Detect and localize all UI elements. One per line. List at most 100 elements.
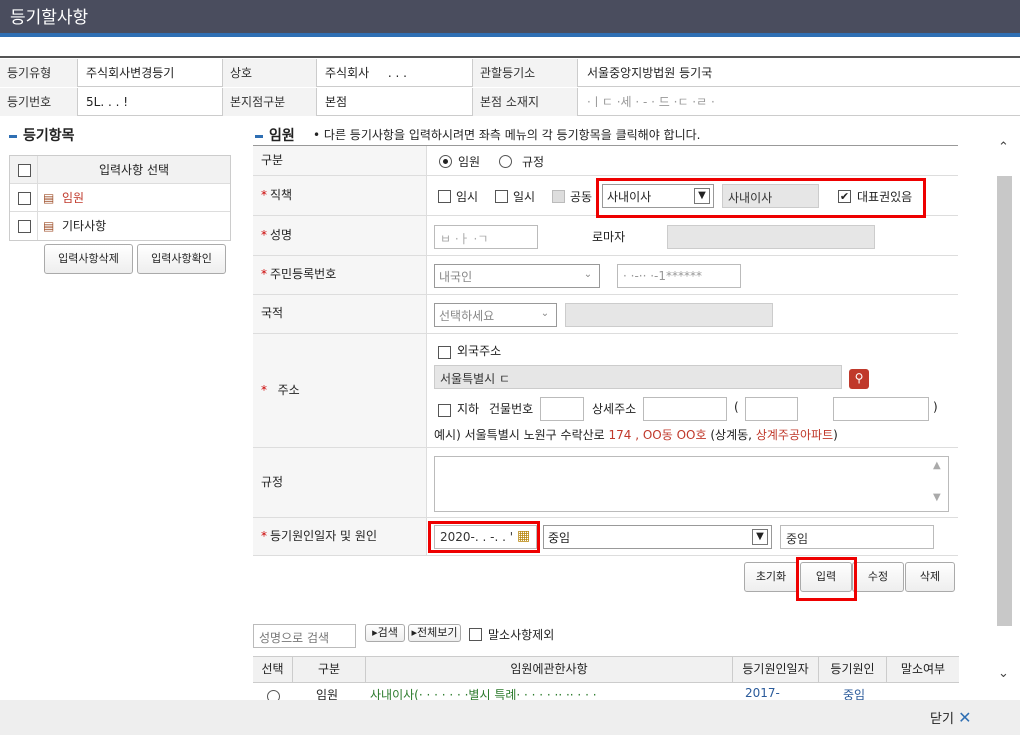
nationality-type-select[interactable]: 내국인 ⌄: [434, 264, 600, 288]
list-header: 선택 구분 임원에관한사항 등기원인일자 등기원인 말소여부: [253, 656, 959, 683]
col-desc: 임원에관한사항: [366, 657, 733, 683]
left-item-etc[interactable]: ▤ 기타사항: [10, 212, 230, 240]
name-search-input[interactable]: 성명으로 검색: [253, 624, 356, 648]
label-reg-type: 등기유형: [0, 59, 78, 87]
info-row-1: 등기유형 주식회사변경등기 상호 주식회사 ㅤ . . . 관할등기소 서울중앙…: [0, 59, 1020, 87]
heading-bar-icon: [255, 134, 263, 138]
footer-bar: 닫기 ✕: [0, 700, 1020, 735]
label-name: * 성명: [253, 216, 427, 255]
detail-address-input-3[interactable]: [833, 397, 929, 421]
scroll-up-arrow-icon[interactable]: ⌃: [998, 140, 1009, 155]
etc-label[interactable]: 기타사항: [62, 212, 106, 240]
building-number-input[interactable]: [540, 397, 584, 421]
window-title: 등기할사항: [0, 0, 1020, 33]
search-button[interactable]: ▸검색: [365, 624, 405, 642]
foreign-address-checkbox[interactable]: [438, 346, 451, 359]
search-icon[interactable]: ⚲: [849, 369, 869, 389]
address-label: 주소: [277, 383, 300, 397]
value-reg-type: 주식회사변경등기: [78, 59, 223, 87]
rrn-input[interactable]: · ·-·· ·-1******: [617, 264, 741, 288]
name-input[interactable]: ㅂ ·ㅏ ·ㄱ: [434, 225, 538, 249]
officer-checkbox[interactable]: [18, 192, 31, 205]
scrollbar-thumb[interactable]: [997, 176, 1012, 626]
row-type: 구분 임원 규정: [253, 146, 958, 176]
row-type: 임원: [316, 688, 339, 700]
radio-rule[interactable]: [499, 155, 512, 168]
col-date: 등기원인일자: [733, 657, 819, 683]
scroll-down-arrow-icon[interactable]: ⌄: [998, 666, 1009, 681]
paren-close: ): [933, 400, 938, 414]
joint-label: 공동: [570, 190, 593, 204]
delete-inputs-button[interactable]: 입력사항삭제: [44, 244, 133, 274]
roman-label: 로마자: [592, 230, 626, 244]
temp-label: 임시: [456, 190, 479, 204]
rrn-label: 주민등록번호: [270, 267, 337, 281]
exclude-cancelled-checkbox[interactable]: [469, 628, 482, 641]
info-top-border: [0, 56, 1020, 58]
once-checkbox[interactable]: [495, 190, 508, 203]
label-rule: 규정: [253, 448, 427, 517]
address-input[interactable]: 서울특별시 ㄷ: [434, 365, 842, 389]
row-radio[interactable]: [267, 690, 280, 700]
etc-checkbox[interactable]: [18, 220, 31, 233]
basement-label: 지하: [457, 402, 480, 416]
left-header-label: 입력사항 선택: [98, 163, 170, 177]
detail-address-input-2[interactable]: [745, 397, 798, 421]
cause-label: 등기원인일자 및 원인: [270, 529, 377, 543]
value-branch-type: 본점: [317, 88, 473, 116]
nationality-input[interactable]: [565, 303, 773, 327]
scroll-down-icon[interactable]: ▼: [933, 492, 941, 503]
joint-checkbox[interactable]: [552, 190, 565, 203]
row-desc[interactable]: 사내이사(· · · · · · ·별시 특례· · · · · ·· ·· ·…: [370, 686, 597, 700]
delete-button[interactable]: 삭제: [905, 562, 955, 592]
select-all-checkbox[interactable]: [18, 164, 31, 177]
reset-button[interactable]: 초기화: [744, 562, 798, 592]
scroll-up-icon[interactable]: ▲: [933, 460, 941, 471]
close-button[interactable]: 닫기 ✕: [930, 706, 992, 730]
main-notice: • 다른 등기사항을 입력하시려면 좌측 메뉴의 각 등기항목을 클릭해야 합니…: [313, 128, 701, 142]
cause-select[interactable]: 중임 ▼: [543, 525, 772, 549]
cause-value[interactable]: 중임: [780, 525, 934, 549]
left-item-officer[interactable]: ▤ 임원: [10, 184, 230, 212]
scrollbar[interactable]: ⌃ ⌄: [996, 140, 1013, 688]
nationality-select[interactable]: 선택하세요 ⌄: [434, 303, 557, 327]
confirm-inputs-button[interactable]: 입력사항확인: [137, 244, 226, 274]
main-heading: 임원: [255, 125, 295, 145]
label-branch-type: 본지점구분: [223, 88, 317, 116]
left-heading-text: 등기항목: [23, 128, 75, 144]
rule-label: 규정: [261, 475, 284, 489]
foreign-address-label: 외국주소: [457, 344, 502, 358]
highlight-date: [428, 521, 540, 553]
cause-select-value: 중임: [548, 531, 571, 545]
highlight-position: [596, 178, 926, 218]
row-date: 2017-: [745, 686, 780, 700]
detail-address-input[interactable]: [643, 397, 727, 421]
label-reg-number: 등기번호: [0, 88, 78, 116]
example-end: ): [833, 428, 838, 442]
rule-textarea[interactable]: [434, 456, 949, 512]
highlight-input-button: [796, 557, 857, 601]
col-select: 선택: [253, 657, 293, 683]
value-jurisdiction: 서울중앙지방법원 등기국: [587, 66, 713, 80]
temp-checkbox[interactable]: [438, 190, 451, 203]
edit-button[interactable]: 수정: [852, 562, 904, 592]
example-prefix: 예시) 서울특별시 노원구 수락산로: [434, 428, 605, 442]
officer-label[interactable]: 임원: [62, 184, 84, 212]
basement-checkbox[interactable]: [438, 404, 451, 417]
main-heading-text: 임원: [269, 128, 295, 144]
row-name: * 성명 ㅂ ·ㅏ ·ㄱ 로마자: [253, 216, 958, 256]
view-all-button[interactable]: ▸전체보기: [408, 624, 461, 642]
position-label: 직책: [270, 188, 293, 202]
nationality-label: 국적: [261, 306, 284, 320]
col-cause: 등기원인: [819, 657, 887, 683]
label-address: * 주소: [253, 334, 427, 447]
row-rule: 규정 ▲ ▼: [253, 448, 958, 518]
table-row[interactable]: 임원 사내이사(· · · · · · ·별시 특례· · · · · ·· ·…: [253, 684, 959, 700]
radio-officer[interactable]: [439, 155, 452, 168]
col-divider: [37, 212, 38, 240]
title-accent-line: [0, 33, 1020, 37]
roman-input[interactable]: [667, 225, 875, 249]
view-all-label: 전체보기: [417, 626, 458, 639]
search-button-label: 검색: [377, 626, 398, 639]
address-example: 예시) 서울특별시 노원구 수락산로 174 , OO동 OO호 (상계동, 상…: [434, 426, 838, 443]
